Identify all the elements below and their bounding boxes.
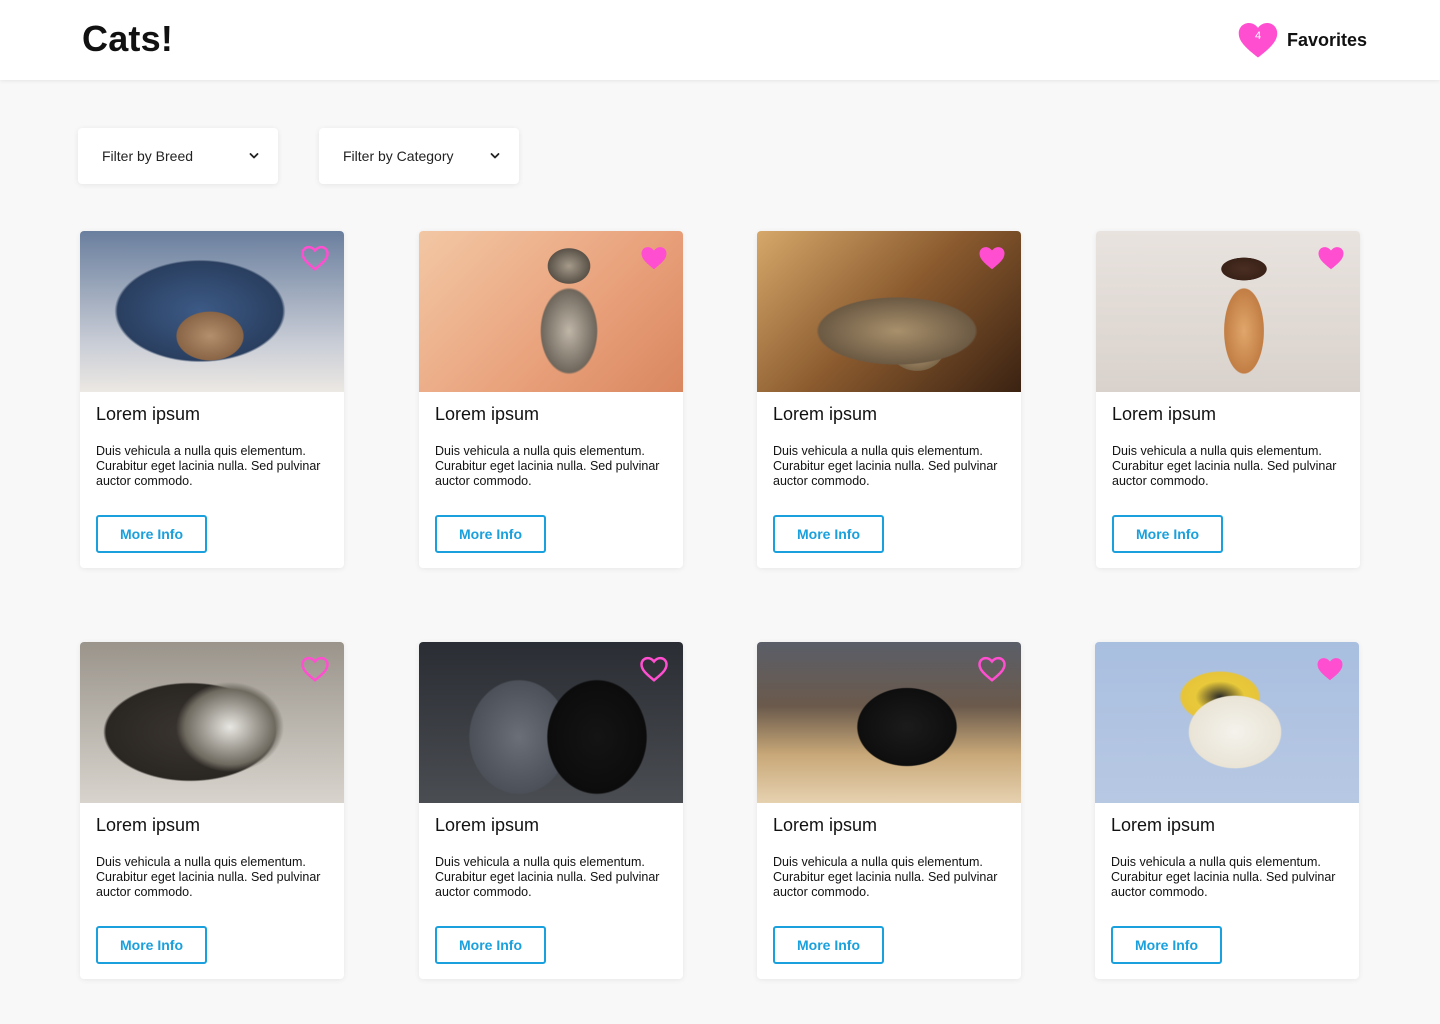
- card-description: Duis vehicula a nulla quis elementum. Cu…: [435, 855, 660, 899]
- favorites-heart-icon[interactable]: 4: [1237, 20, 1279, 60]
- card-title: Lorem ipsum: [435, 404, 540, 424]
- card-title: Lorem ipsum: [773, 404, 878, 424]
- favorites-label[interactable]: Favorites: [1287, 30, 1367, 51]
- card-description: Duis vehicula a nulla quis elementum. Cu…: [1111, 855, 1336, 899]
- card-title: Lorem ipsum: [1112, 404, 1217, 424]
- more-info-button[interactable]: More Info: [435, 515, 546, 553]
- card-description: Duis vehicula a nulla quis elementum. Cu…: [773, 855, 998, 899]
- more-info-button[interactable]: More Info: [773, 926, 884, 964]
- filter-category-label: Filter by Category: [343, 148, 454, 164]
- more-info-button[interactable]: More Info: [1111, 926, 1222, 964]
- card-description: Duis vehicula a nulla quis elementum. Cu…: [435, 444, 660, 488]
- card-title: Lorem ipsum: [96, 815, 201, 835]
- card-description: Duis vehicula a nulla quis elementum. Cu…: [96, 855, 321, 899]
- filter-by-breed-dropdown[interactable]: Filter by Breed: [78, 128, 278, 184]
- more-info-button[interactable]: More Info: [96, 515, 207, 553]
- heart-filled-icon[interactable]: [1316, 244, 1346, 277]
- filter-by-category-dropdown[interactable]: Filter by Category: [319, 128, 519, 184]
- cat-card: Lorem ipsum Duis vehicula a nulla quis e…: [80, 642, 344, 979]
- top-header: Cats! 4 Favorites: [0, 0, 1440, 80]
- heart-outline-icon[interactable]: [300, 244, 330, 277]
- cat-card: Lorem ipsum Duis vehicula a nulla quis e…: [757, 231, 1021, 568]
- cat-card: Lorem ipsum Duis vehicula a nulla quis e…: [80, 231, 344, 568]
- heart-outline-icon[interactable]: [977, 655, 1007, 688]
- cat-card: Lorem ipsum Duis vehicula a nulla quis e…: [757, 642, 1021, 979]
- more-info-button[interactable]: More Info: [773, 515, 884, 553]
- heart-filled-icon[interactable]: [1315, 655, 1345, 688]
- more-info-button[interactable]: More Info: [1112, 515, 1223, 553]
- favorites-link[interactable]: 4 Favorites: [1237, 20, 1367, 60]
- more-info-button[interactable]: More Info: [96, 926, 207, 964]
- card-title: Lorem ipsum: [435, 815, 540, 835]
- card-description: Duis vehicula a nulla quis elementum. Cu…: [773, 444, 998, 488]
- card-title: Lorem ipsum: [96, 404, 201, 424]
- heart-outline-icon[interactable]: [639, 655, 669, 688]
- cat-card: Lorem ipsum Duis vehicula a nulla quis e…: [419, 231, 683, 568]
- favorites-count-badge: 4: [1254, 30, 1262, 42]
- cat-card: Lorem ipsum Duis vehicula a nulla quis e…: [1095, 642, 1359, 979]
- chevron-down-icon: [249, 153, 259, 159]
- heart-outline-icon[interactable]: [300, 655, 330, 688]
- chevron-down-icon: [490, 153, 500, 159]
- cat-card: Lorem ipsum Duis vehicula a nulla quis e…: [419, 642, 683, 979]
- heart-filled-icon[interactable]: [639, 244, 669, 277]
- app-logo[interactable]: Cats!: [82, 18, 173, 60]
- card-title: Lorem ipsum: [773, 815, 878, 835]
- more-info-button[interactable]: More Info: [435, 926, 546, 964]
- filter-breed-label: Filter by Breed: [102, 148, 194, 164]
- card-description: Duis vehicula a nulla quis elementum. Cu…: [1112, 444, 1337, 488]
- heart-filled-icon[interactable]: [977, 244, 1007, 277]
- card-description: Duis vehicula a nulla quis elementum. Cu…: [96, 444, 321, 488]
- card-title: Lorem ipsum: [1111, 815, 1216, 835]
- cat-card: Lorem ipsum Duis vehicula a nulla quis e…: [1096, 231, 1360, 568]
